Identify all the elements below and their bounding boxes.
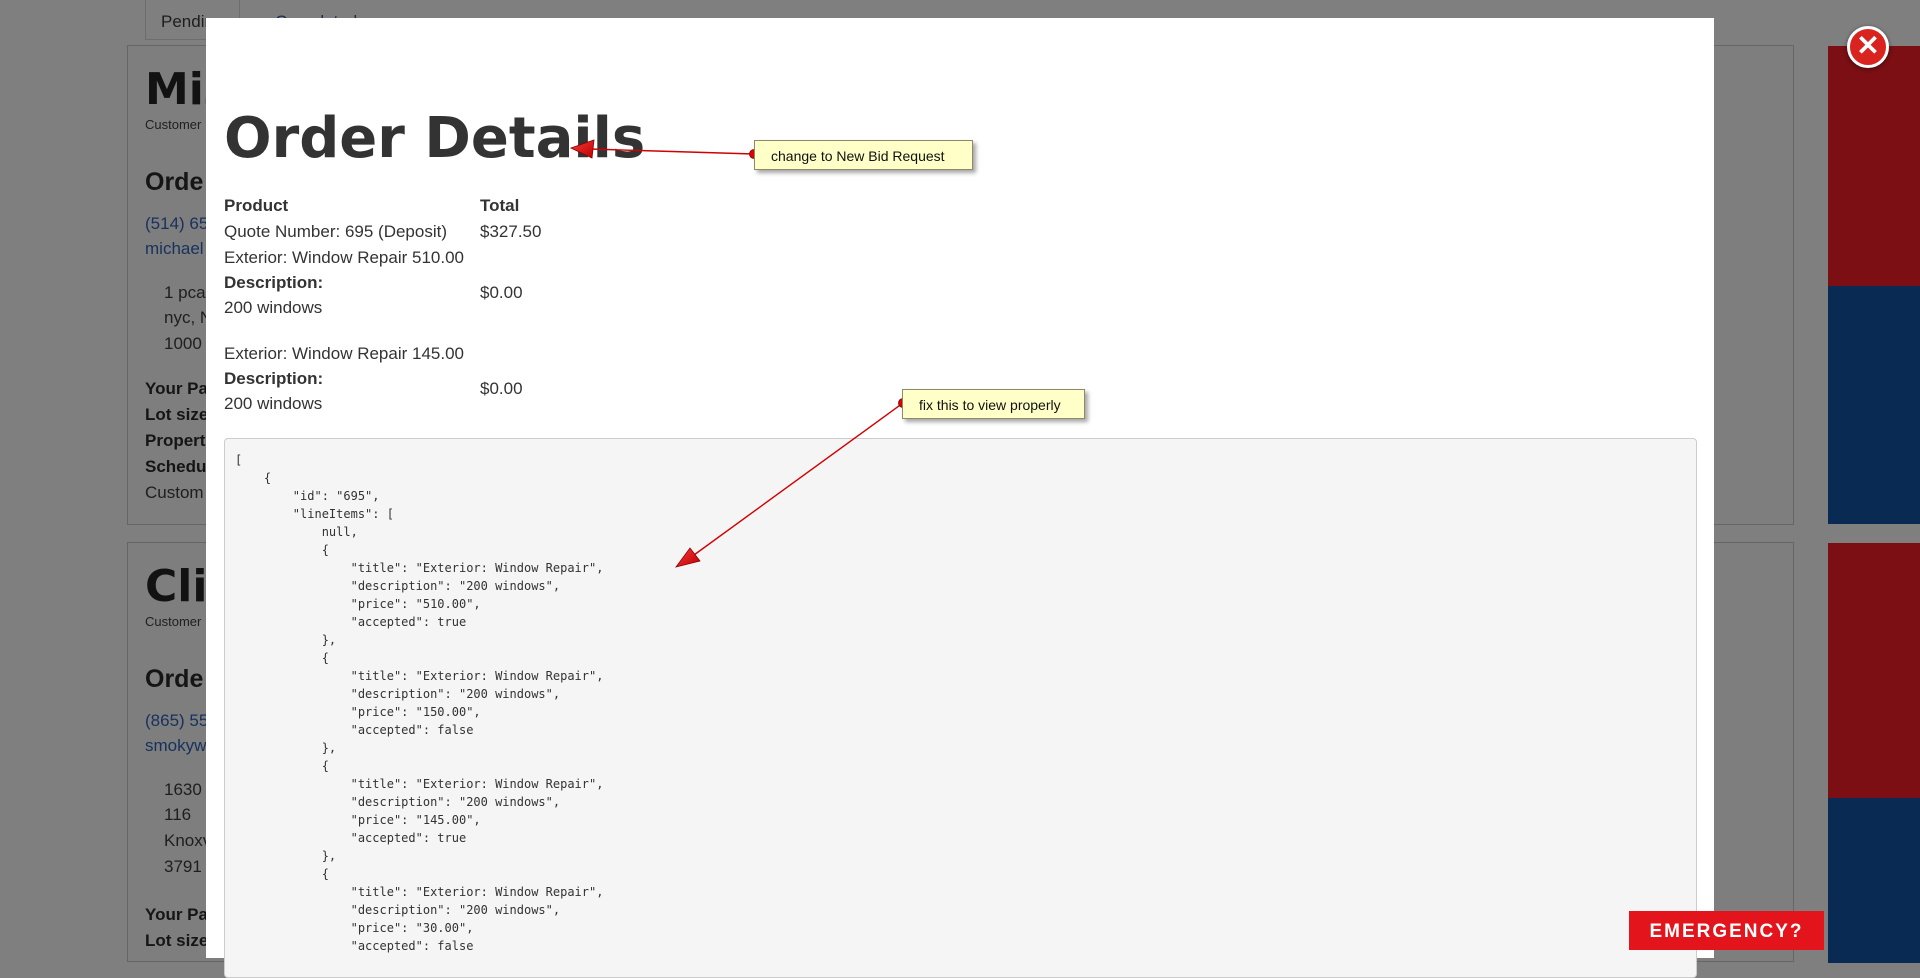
arrow-to-title bbox=[569, 139, 759, 159]
annotation-note: fix this to view properly bbox=[902, 389, 1085, 419]
annotation-note: change to New Bid Request bbox=[754, 140, 973, 170]
close-icon[interactable]: ✕ bbox=[1847, 26, 1889, 68]
emergency-button[interactable]: EMERGENCY? bbox=[1629, 911, 1824, 950]
arrow-to-json bbox=[675, 398, 908, 568]
